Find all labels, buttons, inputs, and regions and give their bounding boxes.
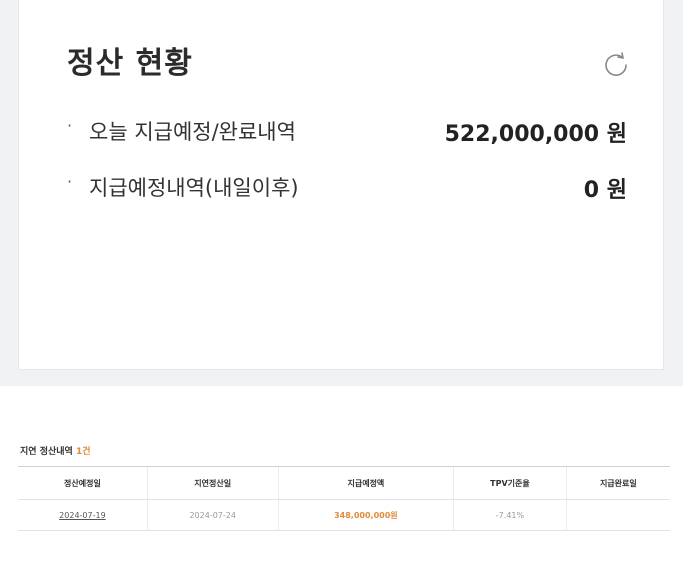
today-payment-row: · 오늘 지급예정/완료내역 522,000,000 원: [67, 116, 627, 148]
scheduled-date-link[interactable]: 2024-07-19: [59, 511, 106, 520]
column-header-tpv-rate: TPV기준율: [453, 466, 567, 500]
scheduled-payment-label: 지급예정내역(내일이후): [89, 176, 299, 200]
table-row: 2024-07-19 2024-07-24 348,000,000원 -7.41…: [18, 499, 670, 531]
refresh-icon[interactable]: [601, 50, 631, 80]
delay-title-text: 지연 정산내역: [20, 447, 73, 457]
scheduled-payment-row: · 지급예정내역(내일이후) 0 원: [67, 172, 627, 204]
cell-scheduled-date[interactable]: 2024-07-19: [18, 499, 148, 531]
settlement-status-card: 정산 현황 · 오늘 지급예정/완료내역 522,000,000 원 · 지급예…: [18, 0, 664, 370]
column-header-completed-date: 지급완료일: [565, 466, 670, 500]
delay-section-title: 지연 정산내역 1건: [20, 444, 91, 457]
cell-tpv-rate: -7.41%: [453, 499, 567, 531]
cell-delayed-date: 2024-07-24: [146, 499, 279, 531]
scheduled-payment-amount: 0 원: [583, 178, 627, 203]
delay-count: 1건: [75, 447, 91, 457]
column-header-scheduled-date: 정산예정일: [18, 466, 148, 500]
today-payment-label: 오늘 지급예정/완료내역: [89, 120, 296, 144]
bullet: ·: [67, 116, 73, 135]
column-header-payment-amount: 지급예정액: [277, 466, 454, 500]
column-header-delayed-date: 지연정산일: [146, 466, 279, 500]
cell-payment-amount: 348,000,000원: [277, 499, 454, 531]
delay-settlement-table: 정산예정일 지연정산일 지급예정액 TPV기준율 지급완료일 2024-07-1…: [18, 466, 670, 531]
cell-completed-date: [565, 499, 670, 531]
bullet: ·: [67, 172, 73, 191]
table-header-row: 정산예정일 지연정산일 지급예정액 TPV기준율 지급완료일: [18, 466, 670, 500]
today-payment-amount: 522,000,000 원: [444, 122, 627, 147]
payment-amount-value: 348,000,000원: [334, 510, 398, 520]
card-title: 정산 현황: [67, 46, 193, 81]
